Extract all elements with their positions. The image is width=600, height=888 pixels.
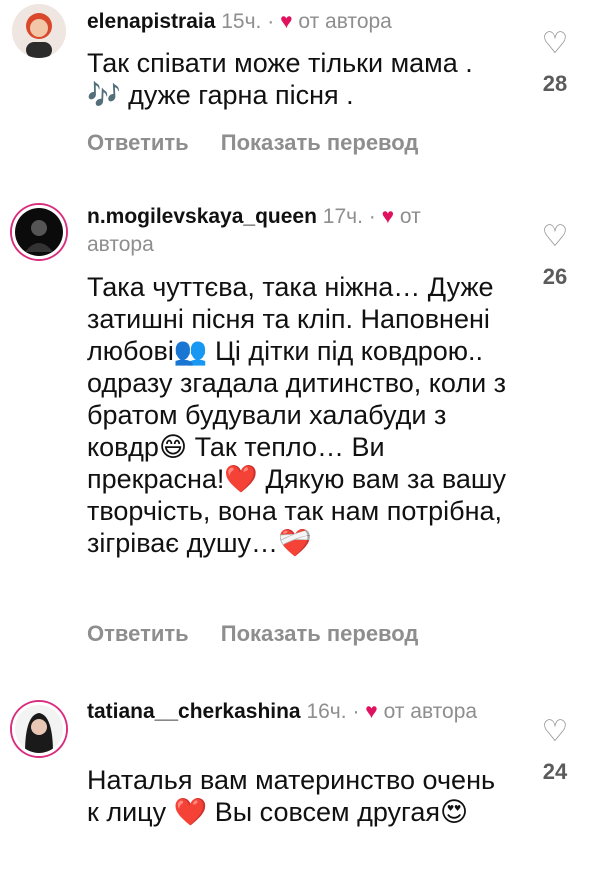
- avatar[interactable]: [12, 4, 66, 58]
- username[interactable]: tatiana__cherkashina: [87, 700, 301, 723]
- heart-outline-icon[interactable]: ♡: [538, 717, 572, 747]
- red-heart-icon: ♥: [280, 10, 293, 33]
- avatar-image: [15, 208, 63, 256]
- separator: ·: [368, 205, 376, 228]
- comment-time: 16ч.: [306, 700, 347, 723]
- heart-outline-icon[interactable]: ♡: [538, 222, 572, 252]
- username[interactable]: elenapistraia: [87, 10, 215, 33]
- comment-text: Така чуттєва, така ніжна… Дуже затишні п…: [87, 272, 507, 558]
- author-badge: от автора: [298, 10, 392, 33]
- like-count: 26: [542, 264, 568, 289]
- comment-text: Наталья вам материнство очень к лицу ❤️ …: [87, 765, 496, 827]
- like-count: 28: [542, 71, 568, 96]
- red-heart-icon: ♥: [381, 205, 395, 228]
- comment-text: Так співати може тільки мама . 🎶 дуже га…: [87, 48, 473, 110]
- translate-button[interactable]: Показать перевод: [221, 621, 419, 646]
- comment-time: 17ч.: [322, 205, 363, 228]
- like-control: ♡ 26: [538, 222, 572, 290]
- like-control: ♡ 28: [538, 29, 572, 97]
- comment-meta: tatiana__cherkashina 16ч. · ♥ от автора: [87, 698, 487, 726]
- username[interactable]: n.mogilevskaya_queen: [87, 205, 317, 228]
- comment-meta: n.mogilevskaya_queen 17ч. · ♥ от автора: [87, 203, 487, 259]
- comment-time: 15ч.: [221, 10, 262, 33]
- heart-outline-icon[interactable]: ♡: [538, 29, 572, 59]
- comment-meta: elenapistraia 15ч. · ♥ от автора: [87, 8, 487, 36]
- author-badge: от автора: [383, 700, 478, 723]
- like-count: 24: [542, 759, 568, 784]
- avatar[interactable]: [12, 205, 66, 259]
- like-control: ♡ 24: [538, 717, 572, 785]
- reply-button[interactable]: Ответить: [87, 621, 189, 646]
- separator: ·: [352, 700, 360, 723]
- red-heart-icon: ♥: [365, 700, 378, 723]
- avatar-image: [15, 705, 63, 753]
- comment-actions: Ответить Показать перевод: [87, 130, 444, 156]
- separator: ·: [267, 10, 275, 33]
- avatar-image: [12, 4, 66, 58]
- comment-actions: Ответить Показать перевод: [87, 621, 444, 647]
- avatar[interactable]: [12, 702, 66, 756]
- reply-button[interactable]: Ответить: [87, 130, 189, 155]
- translate-button[interactable]: Показать перевод: [221, 130, 419, 155]
